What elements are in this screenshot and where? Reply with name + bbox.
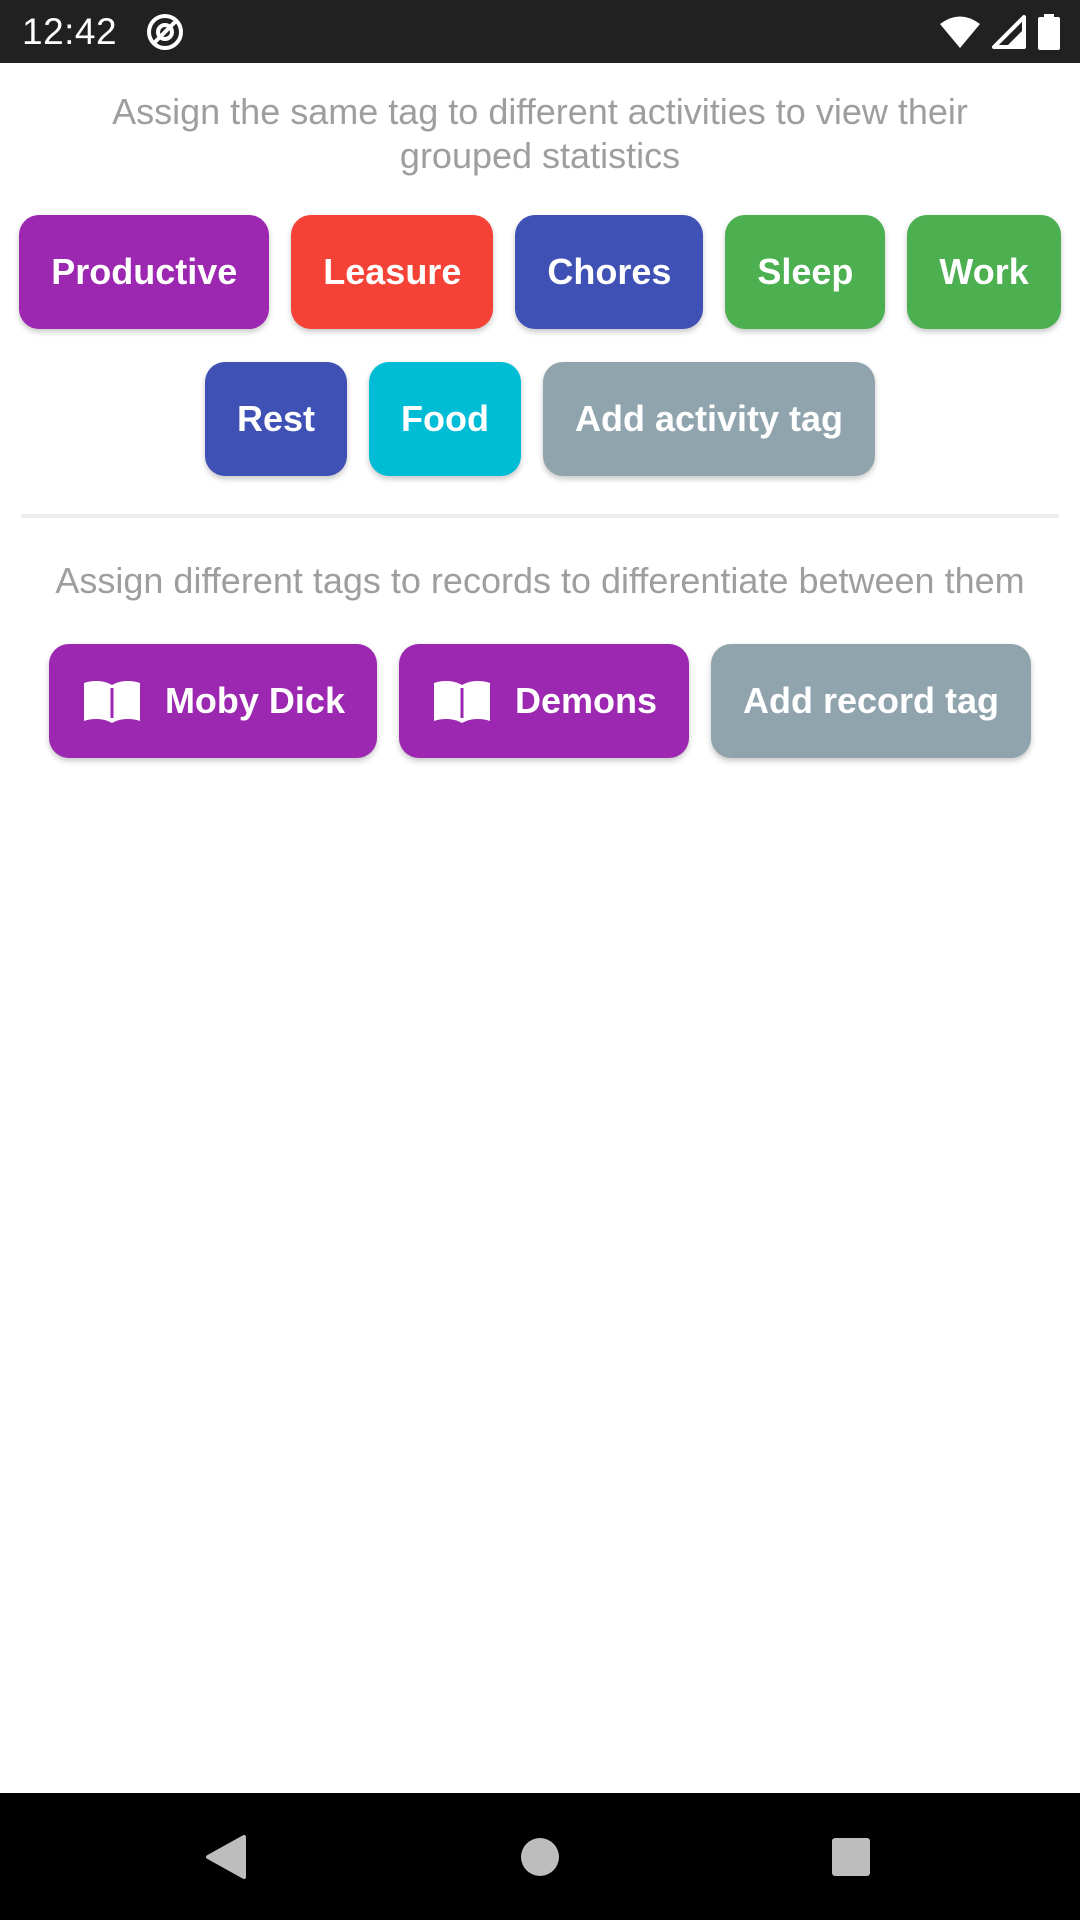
- recents-button[interactable]: [791, 1793, 911, 1920]
- record-tags-row: Moby Dick Demons Add record tag: [0, 644, 1080, 758]
- activity-tag-label: Leasure: [323, 251, 462, 292]
- status-time: 12:42: [22, 10, 118, 52]
- activity-tag-label: Productive: [51, 251, 238, 292]
- activity-tag-work[interactable]: Work: [907, 215, 1061, 329]
- record-tag-moby-dick[interactable]: Moby Dick: [48, 644, 377, 758]
- add-activity-tag-label: Add activity tag: [574, 398, 844, 439]
- add-activity-tag-button[interactable]: Add activity tag: [542, 362, 876, 476]
- activity-tag-label: Food: [401, 398, 489, 439]
- activity-tag-food[interactable]: Food: [369, 362, 521, 476]
- back-icon: [206, 1834, 246, 1879]
- navigation-bar: [0, 1793, 1080, 1920]
- home-icon: [521, 1837, 559, 1876]
- add-record-tag-label: Add record tag: [743, 680, 1000, 721]
- signal-icon: [992, 14, 1026, 49]
- back-button[interactable]: [166, 1793, 286, 1920]
- book-icon: [431, 677, 493, 725]
- record-tag-label: Moby Dick: [164, 680, 345, 721]
- record-tags-hint: Assign different tags to records to diff…: [55, 560, 1025, 601]
- battery-icon: [1038, 13, 1060, 50]
- activity-tag-chores[interactable]: Chores: [515, 215, 704, 329]
- tags-content: Assign the same tag to different activit…: [0, 63, 1080, 1793]
- status-bar: 12:42: [0, 0, 1080, 63]
- activity-tag-rest[interactable]: Rest: [204, 362, 347, 476]
- wifi-icon: [940, 15, 980, 49]
- at-sign-icon: [145, 12, 185, 52]
- add-record-tag-button[interactable]: Add record tag: [711, 644, 1032, 758]
- activity-tags-row-1: Productive Leasure Chores Sleep Work: [0, 215, 1080, 329]
- activity-tag-sleep[interactable]: Sleep: [725, 215, 886, 329]
- activity-tag-label: Chores: [547, 251, 672, 292]
- activity-tag-label: Rest: [236, 398, 315, 439]
- section-divider: [21, 514, 1059, 518]
- activity-tags-row-2: Rest Food Add activity tag: [0, 362, 1080, 476]
- record-tag-demons[interactable]: Demons: [398, 644, 690, 758]
- recents-icon: [832, 1837, 870, 1876]
- activity-tag-label: Work: [939, 251, 1029, 292]
- book-icon: [81, 677, 143, 725]
- activity-tag-leasure[interactable]: Leasure: [291, 215, 494, 329]
- activity-tags-hint: Assign the same tag to different activit…: [112, 91, 968, 176]
- screen: 12:42 Assign the same tag to different a…: [0, 0, 1080, 1920]
- home-button[interactable]: [480, 1793, 600, 1920]
- record-tag-label: Demons: [514, 680, 658, 721]
- activity-tag-label: Sleep: [757, 251, 854, 292]
- activity-tag-productive[interactable]: Productive: [19, 215, 270, 329]
